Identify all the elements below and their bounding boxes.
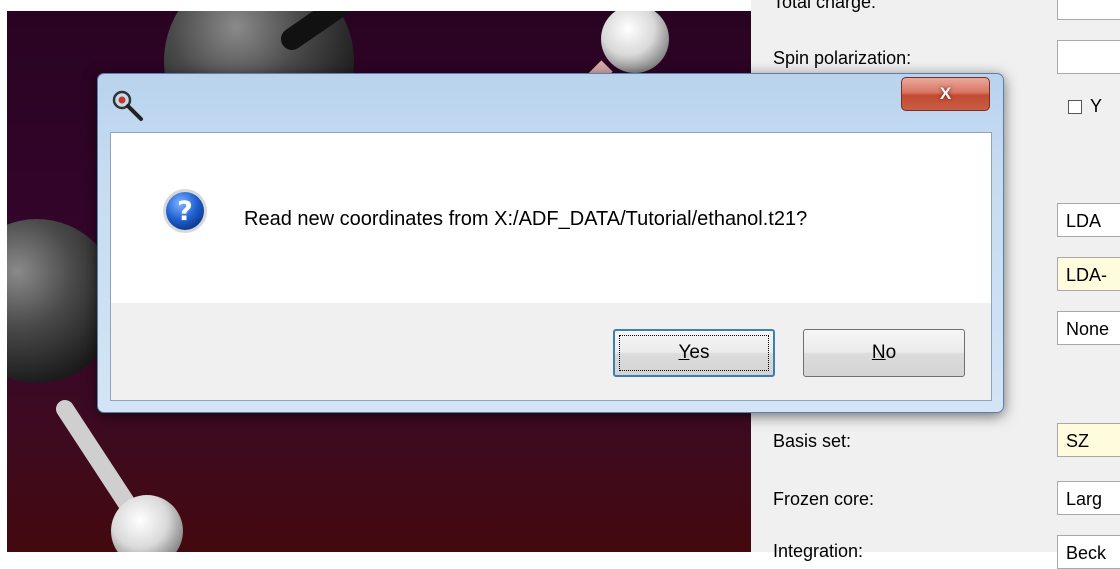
xc-field-2[interactable]: LDA-	[1057, 257, 1120, 291]
basis-set-label: Basis set:	[773, 431, 852, 451]
frozen-core-field[interactable]: Larg	[1057, 481, 1120, 515]
confirm-dialog: X ? Read new coordinates from X:/ADF_DAT…	[97, 73, 1004, 413]
dialog-client-area: ? Read new coordinates from X:/ADF_DATA/…	[110, 132, 992, 401]
bond	[56, 400, 144, 525]
magnifier-icon	[112, 90, 143, 121]
yes-button[interactable]: Yes	[613, 329, 775, 377]
close-button[interactable]: X	[901, 77, 990, 111]
no-button-label: No	[871, 342, 897, 363]
svg-text:?: ?	[177, 196, 193, 227]
no-button[interactable]: No	[803, 329, 965, 377]
dialog-message: Read new coordinates from X:/ADF_DATA/Tu…	[244, 208, 808, 230]
xc-field-1[interactable]: LDA	[1057, 203, 1120, 237]
question-icon: ?	[163, 189, 207, 233]
basis-set-field[interactable]: SZ	[1057, 423, 1120, 457]
total-charge-field[interactable]	[1057, 0, 1120, 20]
unrestricted-checkbox[interactable]	[1068, 100, 1082, 114]
spin-polarization-label: Spin polarization:	[773, 48, 912, 68]
frozen-core-label: Frozen core:	[773, 489, 875, 509]
xc-field-3[interactable]: None	[1057, 311, 1120, 345]
hydrogen-atom	[601, 11, 669, 73]
integration-field[interactable]: Beck	[1057, 535, 1120, 569]
focus-rectangle	[619, 335, 769, 371]
message-area: ? Read new coordinates from X:/ADF_DATA/…	[111, 133, 991, 303]
button-area: Yes No	[111, 303, 991, 400]
unrestricted-checkbox-label: Y	[1090, 96, 1103, 116]
total-charge-label: Total charge:	[773, 0, 877, 12]
spin-polarization-field[interactable]	[1057, 40, 1120, 74]
